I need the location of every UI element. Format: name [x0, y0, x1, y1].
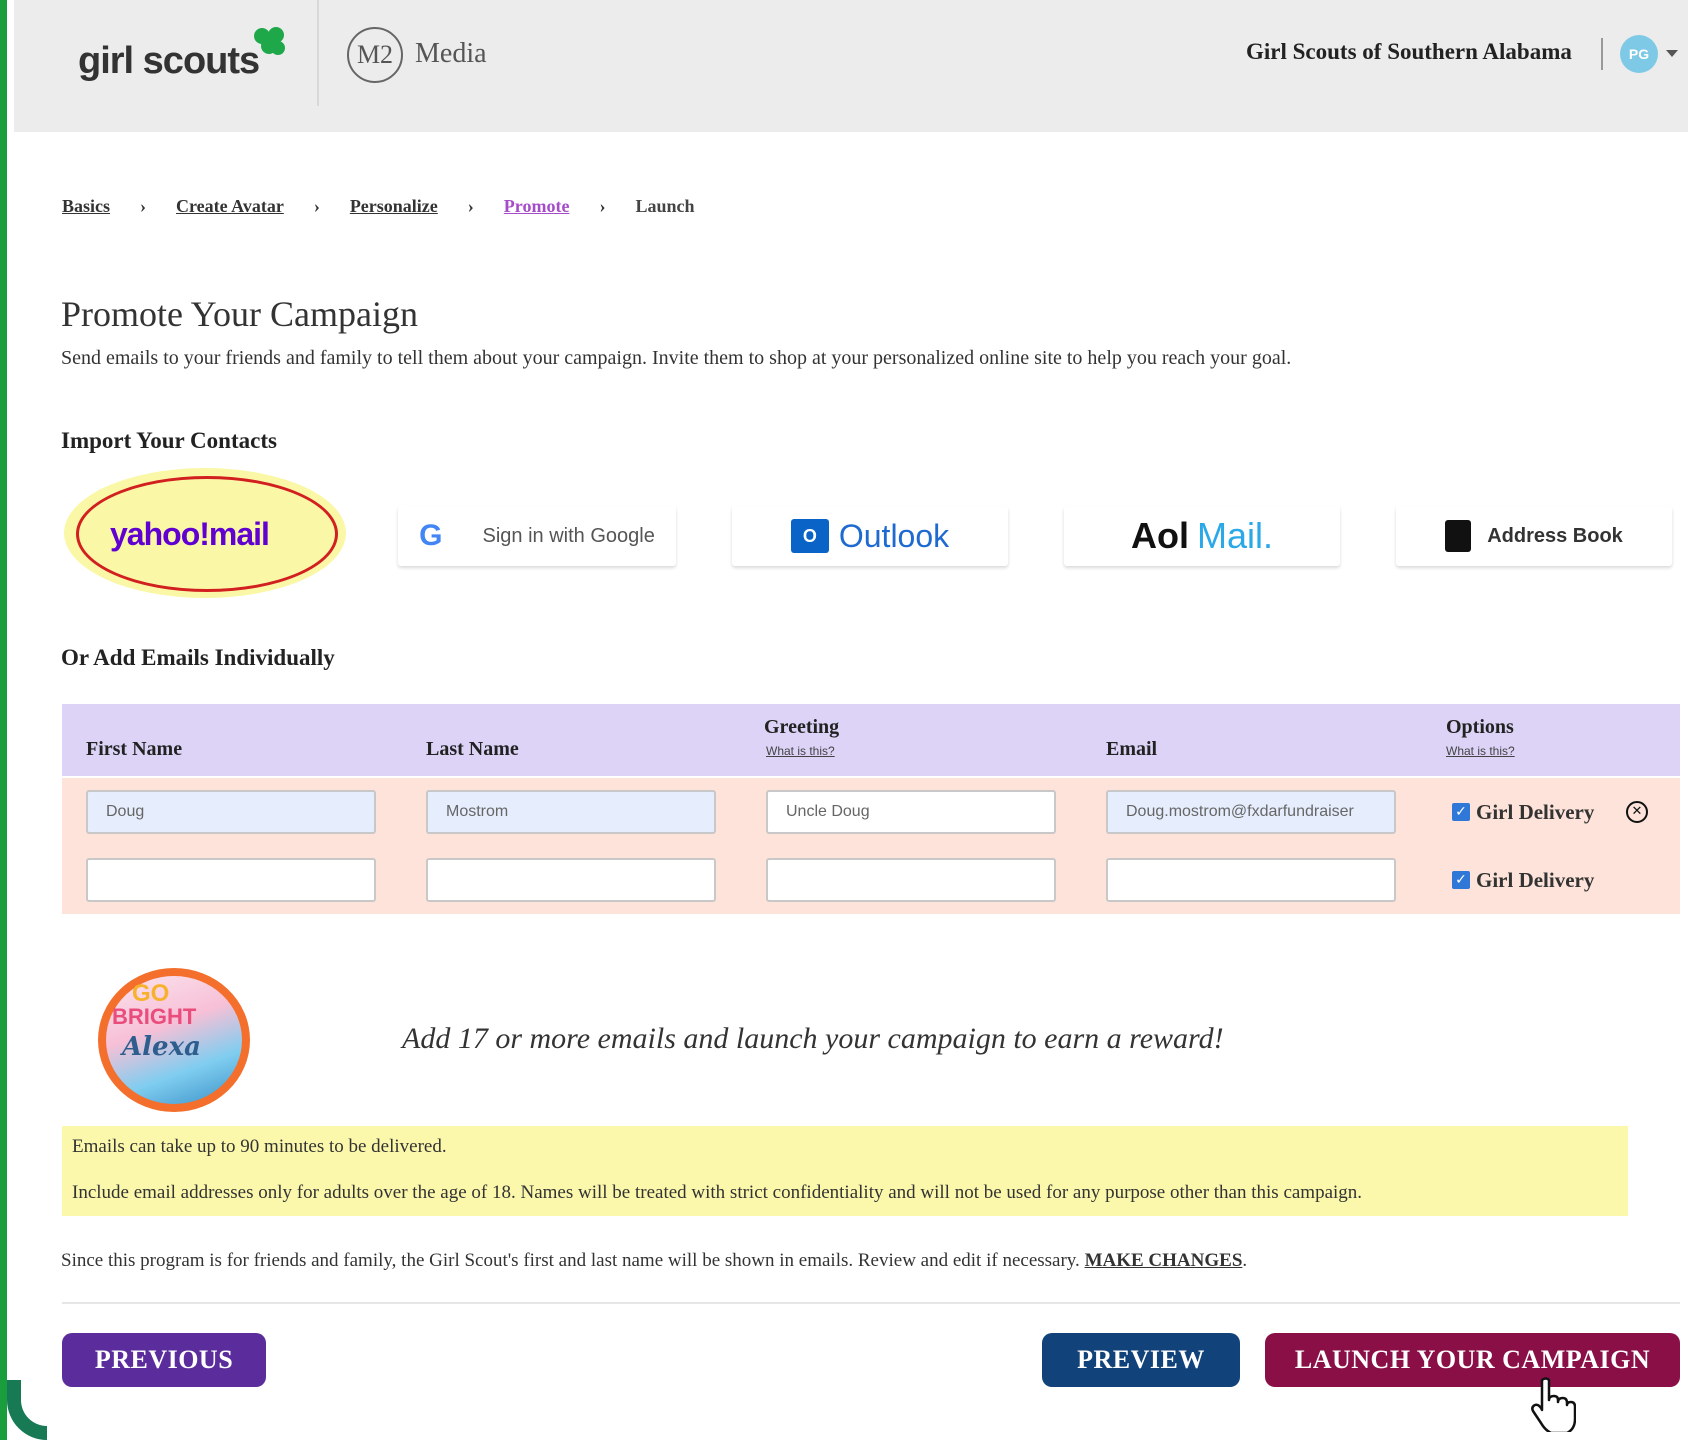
footer-divider: [62, 1302, 1680, 1304]
yahoo-mail-button[interactable]: yahoo!mail: [110, 516, 270, 553]
google-icon: G: [419, 519, 443, 552]
aol-brand: Aol: [1130, 515, 1189, 556]
breadcrumb-separator: ›: [313, 196, 320, 216]
footer-note-end: .: [1242, 1250, 1248, 1271]
breadcrumb-separator: ›: [140, 196, 147, 216]
m2-media-label: Media: [415, 38, 487, 69]
reward-badge: GO BRIGHT Alexa: [98, 968, 250, 1112]
breadcrumb-separator: ›: [467, 196, 474, 216]
checkbox-icon[interactable]: ✓: [1452, 803, 1470, 821]
footer-note: Since this program is for friends and fa…: [61, 1250, 1247, 1272]
make-changes-link[interactable]: MAKE CHANGES: [1085, 1250, 1243, 1271]
outlook-button[interactable]: O Outlook: [732, 506, 1008, 566]
girl-scouts-logo[interactable]: girl scouts: [78, 40, 260, 83]
page-subtitle: Send emails to your friends and family t…: [61, 347, 1292, 369]
preview-button[interactable]: PREVIEW: [1042, 1333, 1240, 1387]
top-header: girl scouts M2 Media Girl Scouts of Sout…: [14, 0, 1688, 132]
col-options: Options: [1446, 716, 1514, 738]
google-signin-label: Sign in with Google: [482, 524, 655, 547]
chevron-down-icon[interactable]: [1666, 50, 1678, 57]
launch-campaign-button[interactable]: LAUNCH YOUR CAMPAIGN: [1265, 1333, 1680, 1387]
previous-button[interactable]: PREVIOUS: [62, 1333, 266, 1387]
delivery-notice: Emails can take up to 90 minutes to be d…: [62, 1126, 1628, 1216]
badge-name-text: Alexa: [122, 1032, 201, 1062]
first-name-input[interactable]: Doug: [86, 790, 376, 834]
google-signin-button[interactable]: G Sign in with Google: [398, 506, 676, 566]
hand-cursor-icon: [1531, 1377, 1576, 1432]
council-name: Girl Scouts of Southern Alabama: [1246, 39, 1572, 64]
col-greeting: Greeting: [764, 716, 840, 738]
remove-icon[interactable]: ✕: [1626, 801, 1648, 823]
add-emails-heading: Or Add Emails Individually: [61, 645, 335, 670]
checkbox-icon[interactable]: ✓: [1452, 871, 1470, 889]
m2-logo-mark: M2: [347, 27, 403, 83]
contact-row: ✓ Girl Delivery: [62, 846, 1680, 914]
header-divider-2: [1601, 38, 1603, 70]
col-email: Email: [1106, 738, 1158, 760]
outlook-icon: O: [790, 519, 829, 553]
greeting-input[interactable]: Uncle Doug: [766, 790, 1056, 834]
contact-row: Doug Mostrom Uncle Doug Doug.mostrom@fxd…: [62, 778, 1680, 846]
avatar-icon[interactable]: PG: [1620, 35, 1658, 73]
aol-mail-button[interactable]: Aol Mail.: [1064, 506, 1340, 566]
breadcrumb-launch: Launch: [635, 196, 695, 216]
left-accent-bar: [0, 0, 7, 1440]
import-contacts-heading: Import Your Contacts: [61, 428, 277, 453]
address-book-icon: [1445, 520, 1472, 552]
girl-delivery-label: Girl Delivery: [1476, 868, 1595, 892]
last-name-input[interactable]: Mostrom: [426, 790, 716, 834]
girl-delivery-label: Girl Delivery: [1476, 800, 1595, 824]
breadcrumb: Basics › Create Avatar › Personalize › P…: [62, 196, 694, 217]
options-help-link[interactable]: What is this?: [1446, 744, 1515, 758]
email-input[interactable]: Doug.mostrom@fxdarfundraiser: [1106, 790, 1396, 834]
notice-line-2: Include email addresses only for adults …: [72, 1182, 1363, 1203]
header-divider: [317, 0, 319, 106]
notice-line-1: Emails can take up to 90 minutes to be d…: [72, 1136, 447, 1157]
breadcrumb-basics[interactable]: Basics: [62, 196, 110, 217]
clover-icon: [254, 27, 285, 55]
badge-bright-text: BRIGHT: [112, 1004, 197, 1029]
breadcrumb-personalize[interactable]: Personalize: [350, 196, 438, 217]
greeting-input[interactable]: [766, 858, 1056, 902]
breadcrumb-create-avatar[interactable]: Create Avatar: [176, 196, 284, 217]
col-last-name: Last Name: [426, 738, 519, 760]
page-title: Promote Your Campaign: [61, 294, 419, 334]
contacts-table-header: First Name Last Name Greeting What is th…: [62, 704, 1680, 776]
footer-note-text: Since this program is for friends and fa…: [61, 1250, 1080, 1271]
aol-mail-label: Mail.: [1196, 515, 1273, 556]
email-input[interactable]: [1106, 858, 1396, 902]
first-name-input[interactable]: [86, 858, 376, 902]
breadcrumb-promote[interactable]: Promote: [504, 196, 570, 217]
outlook-label: Outlook: [838, 517, 950, 554]
reward-message: Add 17 or more emails and launch your ca…: [402, 1022, 1224, 1055]
corner-accent: [7, 1380, 47, 1440]
breadcrumb-separator: ›: [599, 196, 606, 216]
address-book-label: Address Book: [1487, 524, 1623, 547]
col-first-name: First Name: [86, 738, 183, 760]
greeting-help-link[interactable]: What is this?: [766, 744, 835, 758]
address-book-button[interactable]: Address Book: [1396, 506, 1672, 566]
last-name-input[interactable]: [426, 858, 716, 902]
